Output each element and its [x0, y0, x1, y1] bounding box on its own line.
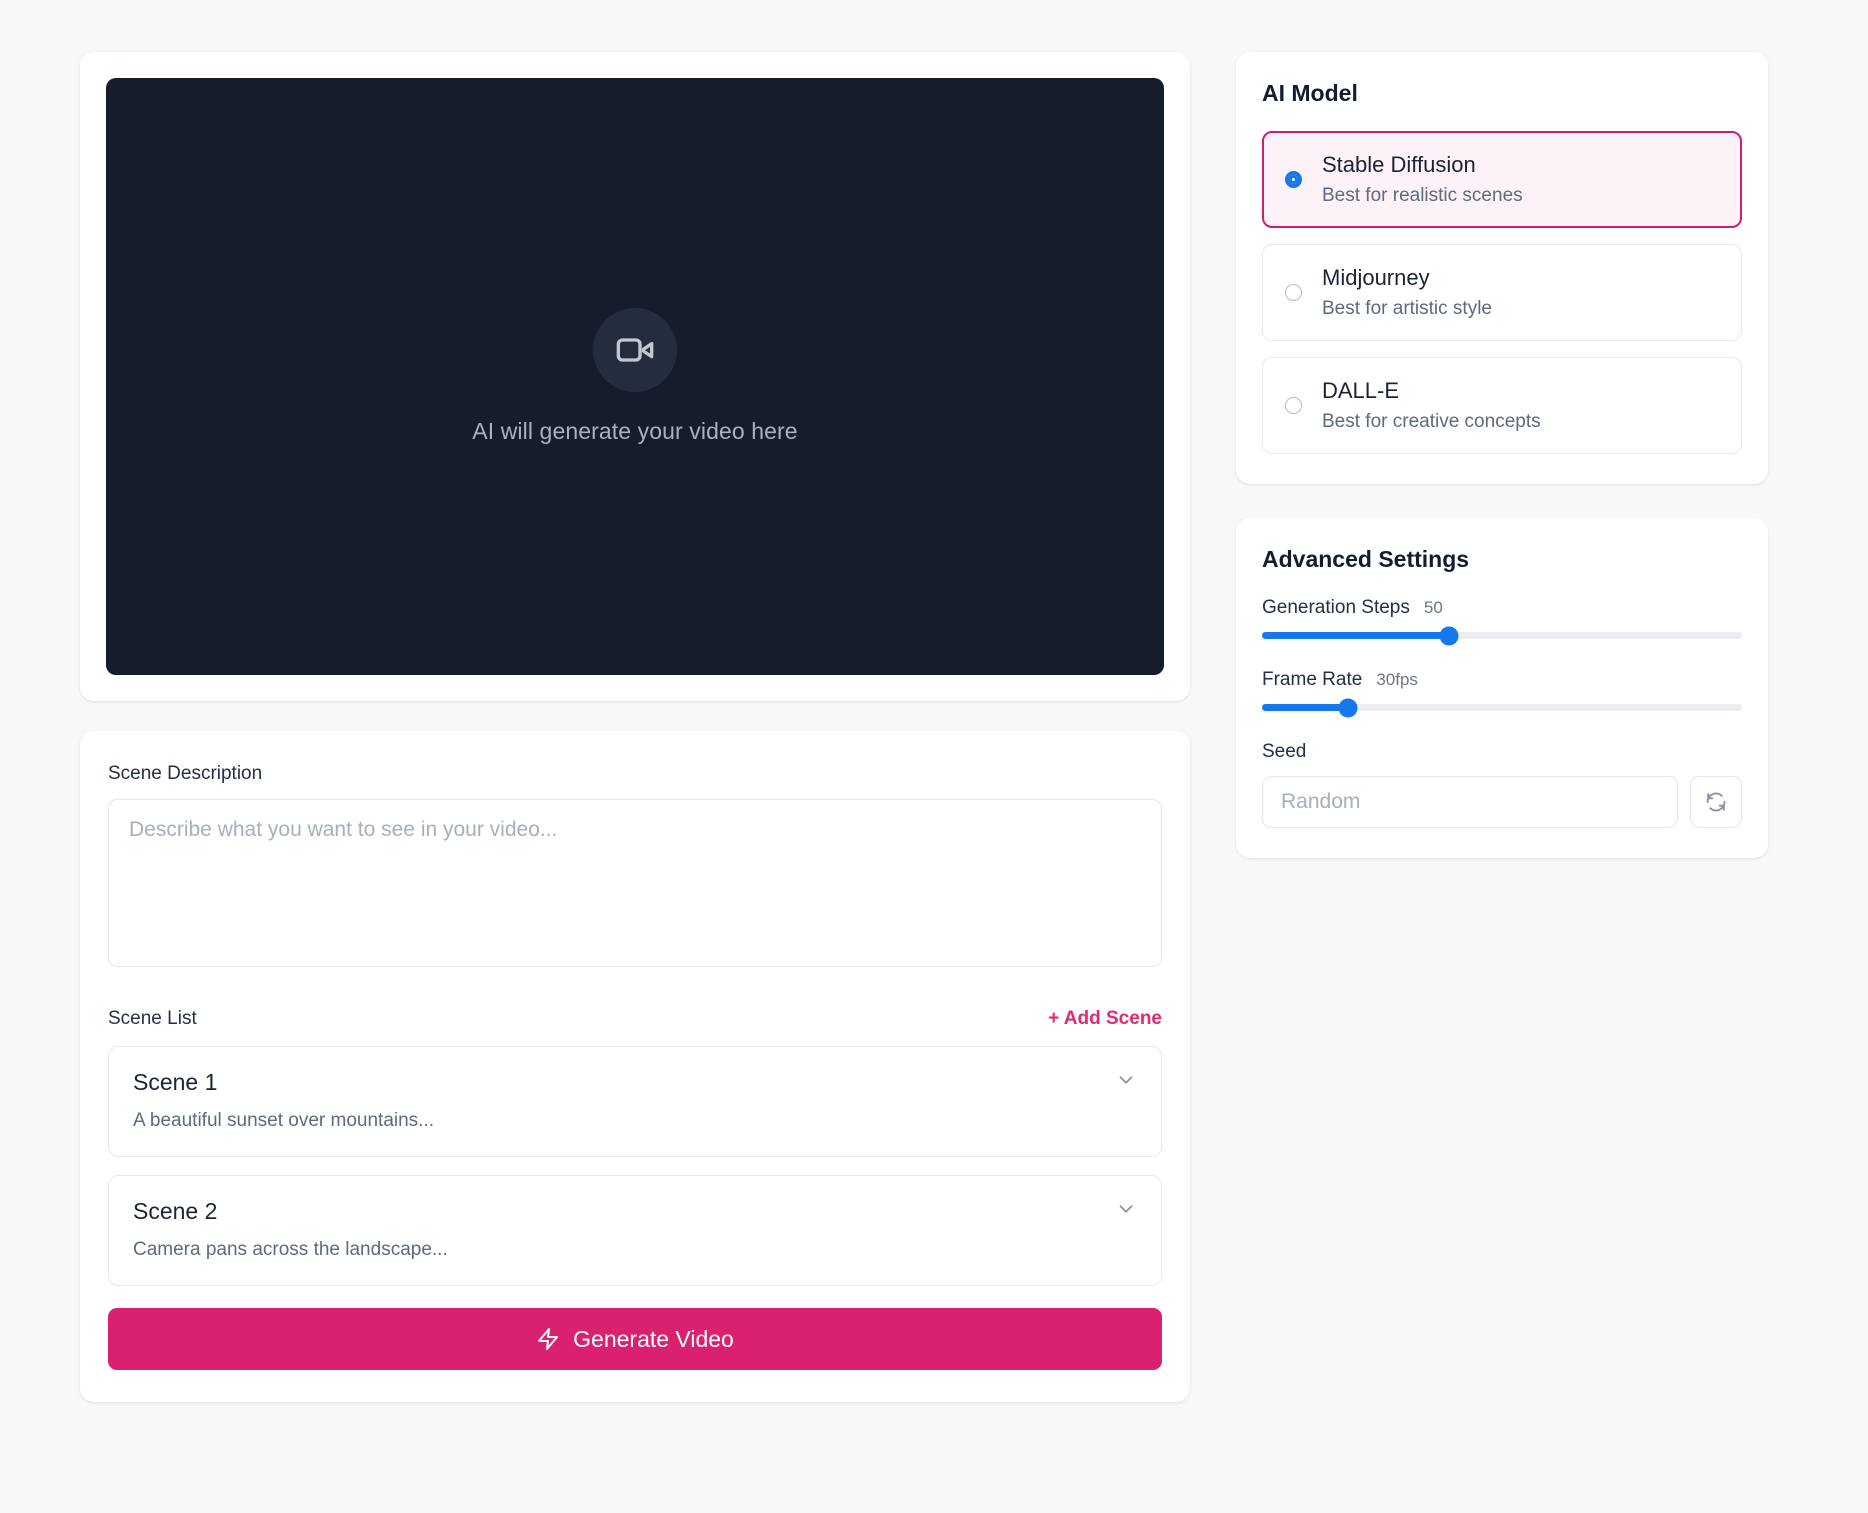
chevron-down-icon[interactable]: [1115, 1198, 1137, 1225]
radio-stable-diffusion[interactable]: [1285, 171, 1302, 188]
add-scene-button[interactable]: + Add Scene: [1048, 1008, 1162, 1030]
frame-rate-slider-thumb[interactable]: [1338, 698, 1358, 717]
model-name: Midjourney: [1322, 265, 1430, 290]
video-preview-stage: AI will generate your video here: [106, 78, 1164, 675]
model-option-text: Midjourney Best for artistic style: [1322, 265, 1492, 320]
frame-rate-slider-fill: [1262, 704, 1349, 711]
generation-steps-label: Generation Steps: [1262, 597, 1410, 618]
scene-item-header: Scene 2: [133, 1198, 1137, 1225]
seed-label: Seed: [1262, 741, 1307, 762]
model-option-dall-e[interactable]: DALL-E Best for creative concepts: [1262, 357, 1742, 454]
generation-steps-value: 50: [1423, 598, 1443, 617]
video-placeholder-text: AI will generate your video here: [472, 418, 798, 444]
seed-input[interactable]: [1262, 776, 1678, 828]
seed-refresh-button[interactable]: [1690, 776, 1742, 828]
model-option-midjourney[interactable]: Midjourney Best for artistic style: [1262, 244, 1742, 341]
right-sidebar: AI Model Stable Diffusion Best for reali…: [1236, 52, 1768, 1513]
model-option-text: DALL-E Best for creative concepts: [1322, 378, 1541, 433]
app-root: AI will generate your video here Scene D…: [0, 0, 1868, 1513]
model-description: Best for realistic scenes: [1322, 185, 1523, 206]
scene-item-title: Scene 1: [133, 1069, 218, 1095]
seed-label-line: Seed: [1262, 741, 1742, 763]
lightning-bolt-icon: [536, 1327, 560, 1351]
frame-rate-value: 30fps: [1376, 670, 1418, 689]
model-name: DALL-E: [1322, 378, 1400, 403]
advanced-settings-title: Advanced Settings: [1262, 546, 1470, 572]
generation-steps-slider-fill: [1262, 632, 1450, 639]
ai-model-panel: AI Model Stable Diffusion Best for reali…: [1236, 52, 1768, 484]
generation-steps-slider-thumb[interactable]: [1439, 626, 1459, 645]
radio-midjourney[interactable]: [1285, 284, 1302, 301]
scene-list-header: Scene List + Add Scene: [108, 1008, 1162, 1030]
generate-video-label: Generate Video: [573, 1325, 734, 1352]
model-name: Stable Diffusion: [1322, 152, 1476, 177]
generation-steps-setting: Generation Steps 50: [1262, 597, 1742, 645]
seed-setting: Seed: [1262, 741, 1742, 828]
left-column: AI will generate your video here Scene D…: [80, 52, 1190, 1513]
model-option-text: Stable Diffusion Best for realistic scen…: [1322, 152, 1523, 207]
scene-list-label: Scene List: [108, 1008, 197, 1029]
model-description: Best for creative concepts: [1322, 411, 1541, 432]
scene-item-description: A beautiful sunset over mountains...: [133, 1110, 435, 1131]
scene-item-title: Scene 2: [133, 1198, 218, 1224]
frame-rate-label-line: Frame Rate 30fps: [1262, 669, 1742, 691]
scene-list-item[interactable]: Scene 2 Camera pans across the landscape…: [108, 1175, 1162, 1286]
generation-steps-label-line: Generation Steps 50: [1262, 597, 1742, 619]
frame-rate-setting: Frame Rate 30fps: [1262, 669, 1742, 717]
generation-steps-slider[interactable]: [1262, 626, 1742, 645]
chevron-down-icon[interactable]: [1115, 1069, 1137, 1096]
frame-rate-label: Frame Rate: [1262, 669, 1363, 690]
model-option-stable-diffusion[interactable]: Stable Diffusion Best for realistic scen…: [1262, 131, 1742, 228]
advanced-settings-panel: Advanced Settings Generation Steps 50 Fr…: [1236, 518, 1768, 858]
seed-row: [1262, 776, 1742, 828]
scene-description-input[interactable]: [108, 799, 1162, 967]
scene-description-label: Scene Description: [108, 763, 263, 784]
ai-model-title: AI Model: [1262, 80, 1358, 106]
radio-dall-e[interactable]: [1285, 397, 1302, 414]
video-preview-card: AI will generate your video here: [80, 52, 1190, 701]
scene-item-header: Scene 1: [133, 1069, 1137, 1096]
scene-item-description: Camera pans across the landscape...: [133, 1239, 448, 1260]
refresh-icon: [1704, 790, 1728, 814]
frame-rate-slider[interactable]: [1262, 698, 1742, 717]
scene-form-card: Scene Description Scene List + Add Scene…: [80, 731, 1190, 1402]
video-camera-icon: [593, 308, 677, 392]
model-description: Best for artistic style: [1322, 298, 1492, 319]
generate-video-button[interactable]: Generate Video: [108, 1308, 1162, 1370]
scene-list-item[interactable]: Scene 1 A beautiful sunset over mountain…: [108, 1046, 1162, 1157]
